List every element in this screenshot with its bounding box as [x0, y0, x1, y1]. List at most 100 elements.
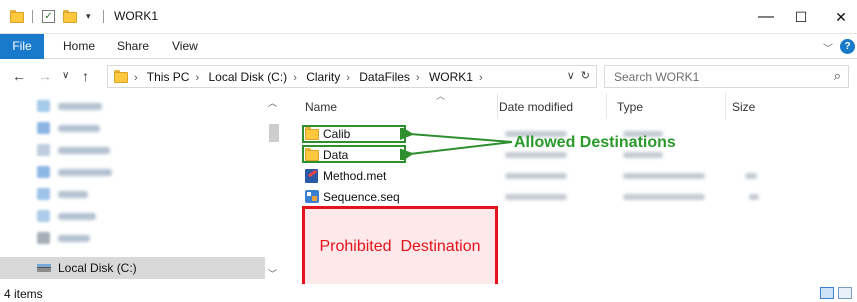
address-bar[interactable]: › This PC › Local Disk (C:) › Clarity › Dat…	[107, 65, 597, 88]
nav-item[interactable]	[0, 227, 265, 249]
address-controls: ∨ ↻	[567, 69, 590, 82]
music-icon	[37, 188, 50, 200]
nav-item[interactable]	[0, 205, 265, 227]
documents-icon	[37, 144, 50, 156]
up-arrow-icon[interactable]: ↑	[82, 68, 89, 84]
file-name: Method.met	[323, 169, 387, 183]
ribbon: File Home Share View ﹀ ?	[0, 34, 857, 59]
refresh-icon[interactable]: ↻	[581, 70, 590, 82]
method-file-icon	[305, 169, 318, 183]
item-count: 4 items	[4, 287, 43, 301]
navigation-pane: Local Disk (C:) ︿ ﹀	[0, 93, 281, 284]
sort-ascending-icon: ︿	[436, 91, 446, 101]
blurred-label	[58, 213, 96, 220]
blurred-label	[58, 103, 102, 110]
separator	[103, 10, 104, 23]
breadcrumb-clarity[interactable]: Clarity	[306, 70, 340, 84]
nav-item[interactable]	[0, 139, 265, 161]
list-item[interactable]: Sequence.seq	[301, 187, 759, 207]
blurred-date	[505, 173, 567, 179]
customize-toolbar-icon[interactable]: ▾	[86, 11, 91, 22]
details-view-icon[interactable]	[820, 287, 834, 299]
tab-file[interactable]: File	[0, 34, 44, 59]
breadcrumb-datafiles[interactable]: DataFiles	[359, 70, 410, 84]
allowed-destinations-label: Allowed Destinations	[514, 134, 676, 151]
blurred-label	[58, 191, 88, 198]
sequence-file-icon	[305, 190, 319, 203]
blurred-type	[623, 173, 705, 179]
column-header-date[interactable]: Date modified	[498, 93, 606, 119]
large-icons-view-icon[interactable]	[838, 287, 852, 299]
breadcrumb-this-pc[interactable]: This PC	[147, 70, 190, 84]
new-folder-icon[interactable]	[63, 10, 77, 24]
blurred-size	[745, 173, 757, 179]
drive-icon	[37, 264, 51, 272]
breadcrumb: › This PC › Local Disk (C:) › Clarity › Dat…	[134, 70, 483, 84]
folder-icon	[114, 70, 128, 84]
3d-objects-icon	[37, 100, 50, 112]
properties-icon[interactable]: ✓	[42, 10, 55, 23]
folder-icon[interactable]	[10, 10, 24, 24]
nav-item[interactable]	[0, 95, 265, 117]
recent-locations-icon[interactable]: ∨	[62, 70, 69, 81]
sidebar-item-local-disk[interactable]: Local Disk (C:)	[0, 257, 265, 279]
search-icon[interactable]: ⌕	[834, 68, 841, 84]
tab-home[interactable]: Home	[63, 34, 95, 59]
separator	[32, 10, 33, 23]
nav-scrollbar[interactable]: ︿ ﹀	[265, 93, 281, 284]
blurred-type	[623, 152, 663, 158]
prohibited-destination-label: Prohibited Destination	[319, 238, 481, 255]
list-item[interactable]: Method.met	[301, 166, 757, 186]
sidebar-item-label: Local Disk (C:)	[58, 261, 137, 275]
arrow-to-calib	[400, 128, 513, 143]
forward-arrow-icon[interactable]: →	[38, 68, 52, 84]
column-label: Name	[305, 100, 338, 114]
pictures-icon	[37, 210, 50, 222]
allowed-highlight-calib	[302, 125, 406, 143]
blurred-label	[58, 169, 112, 176]
close-button[interactable]: ✕	[826, 6, 856, 28]
column-label: Type	[617, 100, 644, 114]
search-input[interactable]: Search WORK1	[614, 70, 699, 84]
prohibited-destination-box: Prohibited Destination	[302, 206, 498, 294]
blurred-date	[505, 194, 567, 200]
blurred-label	[58, 125, 100, 132]
breadcrumb-work1[interactable]: WORK1	[429, 70, 473, 84]
blurred-type	[623, 194, 705, 200]
arrow-to-data	[400, 141, 513, 160]
chevron-down-icon[interactable]: ﹀	[823, 40, 833, 55]
status-bar: 4 items	[0, 284, 857, 302]
tab-share[interactable]: Share	[117, 34, 149, 59]
breadcrumb-local-disk[interactable]: Local Disk (C:)	[209, 70, 288, 84]
window-title: WORK1	[114, 9, 159, 23]
maximize-button[interactable]: ☐	[786, 6, 816, 28]
address-row: ← → ∨ ↑ › This PC › Local Disk (C:) › Clar…	[0, 60, 857, 93]
scroll-down-icon[interactable]: ﹀	[268, 267, 277, 280]
column-label: Date modified	[499, 100, 574, 114]
allowed-arrows	[400, 128, 513, 160]
back-arrow-icon[interactable]: ←	[12, 68, 26, 84]
scrollbar-thumb[interactable]	[269, 124, 279, 142]
file-name: Sequence.seq	[323, 190, 400, 204]
nav-item[interactable]	[0, 183, 265, 205]
minimize-button[interactable]: —	[751, 6, 781, 28]
downloads-icon	[37, 166, 50, 178]
allowed-highlight-data	[302, 145, 406, 163]
column-header-name[interactable]: Name ︿	[301, 91, 497, 119]
desktop-icon	[37, 122, 50, 134]
videos-icon	[37, 232, 50, 244]
column-header-size[interactable]: Size	[726, 93, 786, 119]
help-icon[interactable]: ?	[840, 39, 855, 54]
nav-item[interactable]	[0, 117, 265, 139]
blurred-label	[58, 235, 90, 242]
scroll-up-icon[interactable]: ︿	[268, 96, 277, 109]
search-box[interactable]: Search WORK1 ⌕	[604, 65, 849, 88]
title-bar: ✓ ▾ WORK1 — ☐ ✕	[0, 0, 857, 34]
column-header-type[interactable]: Type	[607, 93, 725, 119]
blurred-label	[58, 147, 110, 154]
column-label: Size	[732, 100, 756, 114]
blurred-size	[749, 194, 759, 200]
chevron-down-icon[interactable]: ∨	[567, 70, 575, 82]
tab-view[interactable]: View	[172, 34, 198, 59]
nav-item[interactable]	[0, 161, 265, 183]
